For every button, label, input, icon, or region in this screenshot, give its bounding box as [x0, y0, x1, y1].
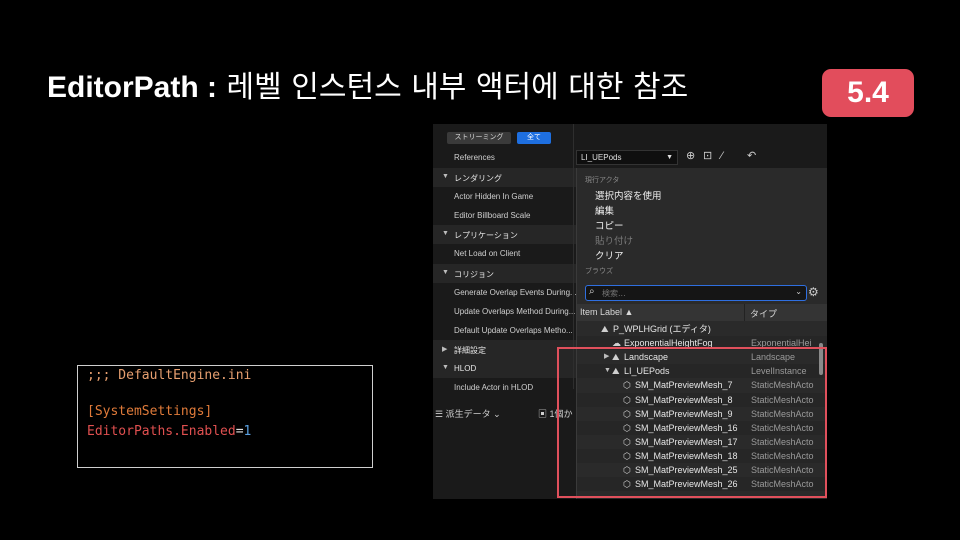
gear-icon[interactable]: ⚙ [808, 285, 819, 299]
bottom-bar: ☰ 派生データ ⌄ ▣ 1個か [433, 404, 576, 424]
select-actor-icon[interactable]: ⊡ [703, 150, 712, 163]
column-type[interactable]: タイプ [750, 307, 777, 320]
expand-down-icon[interactable]: ▼ [442, 364, 449, 371]
row-label: レンダリング [454, 174, 502, 183]
column-item-label[interactable]: Item Label ▲ [580, 307, 633, 317]
expand-down-icon[interactable]: ▼ [442, 230, 449, 237]
row-label: コリジョン [454, 269, 494, 279]
chevron-down-icon: ▼ [666, 154, 673, 161]
row-label: Editor Billboard Scale [454, 211, 531, 221]
reset-icon[interactable]: ↶ [747, 150, 756, 163]
row-label: 詳細設定 [454, 345, 486, 355]
row-label: Actor Hidden In Game [454, 192, 534, 202]
menu-copy[interactable]: コピー [595, 218, 624, 232]
menu-header-browse: ブラウズ [585, 268, 613, 275]
menu-header-current: 現行アクタ [585, 177, 620, 184]
tab-streaming[interactable]: ストリーミング [447, 132, 511, 144]
title-bold: EditorPath : [47, 71, 217, 104]
item-label: P_WPLHGrid (エディタ) [613, 324, 711, 334]
tab-all[interactable]: 全て [517, 132, 551, 144]
slide-title: EditorPath : 레벨 인스턴스 내부 액터에 대한 참조 [47, 68, 688, 108]
code-snippet: ;;; DefaultEngine.ini [SystemSettings] E… [77, 365, 373, 468]
column-item-label-text: Item Label [580, 307, 623, 317]
code-comment: ;;; DefaultEngine.ini [87, 368, 252, 383]
expand-right-icon[interactable]: ▶ [442, 345, 447, 353]
row-label: Net Load on Client [454, 249, 521, 259]
menu-use-selected[interactable]: 選択内容を使用 [595, 188, 662, 202]
search-icon: ⌕ [589, 286, 595, 297]
search-input[interactable] [602, 287, 782, 299]
title-rest: 레벨 인스턴스 내부 액터에 대한 참조 [217, 70, 689, 105]
row-label: Update Overlaps Method During... [454, 306, 576, 316]
column-divider[interactable] [744, 304, 745, 321]
code-value: 1 [243, 424, 252, 439]
menu-paste[interactable]: 貼り付け [595, 233, 633, 247]
browse-icon[interactable]: ⊕ [686, 150, 695, 163]
expand-down-icon[interactable]: ▼ [442, 269, 449, 276]
row-label: HLOD [454, 364, 477, 373]
row-label: レプリケーション [454, 231, 518, 241]
level-icon: ⛰ [601, 324, 609, 334]
list-header: Item Label ▲ タイプ [577, 304, 827, 321]
references-combo[interactable]: LI_UEPods ▼ [576, 150, 678, 165]
row-label: Default Update Overlaps Metho... [454, 325, 573, 335]
expand-down-icon[interactable]: ▼ [442, 173, 449, 180]
code-setting: EditorPaths.Enabled=1 [87, 424, 251, 439]
menu-edit[interactable]: 編集 [595, 203, 614, 217]
derived-data-label: 派生データ [445, 409, 491, 419]
highlight-box [557, 347, 827, 498]
references-label: References [454, 153, 495, 162]
menu-clear[interactable]: クリア [595, 248, 624, 262]
version-badge: 5.4 [822, 69, 914, 117]
row-label: Include Actor in HLOD [454, 383, 534, 393]
derived-data-button[interactable]: ☰ 派生データ ⌄ [435, 407, 501, 420]
outliner-row[interactable]: ⛰ P_WPLHGrid (エディタ) [577, 322, 827, 336]
references-value: LI_UEPods [581, 153, 622, 162]
code-key: EditorPaths.Enabled [87, 424, 236, 439]
eyedropper-icon[interactable]: ⁄ [721, 150, 723, 163]
search-field[interactable]: ⌕ ⌄ [585, 285, 807, 301]
code-equals: = [235, 424, 244, 439]
chevron-down-icon[interactable]: ⌄ [795, 287, 802, 296]
row-label: Generate Overlap Events During... [454, 287, 577, 297]
code-section: [SystemSettings] [87, 404, 213, 419]
